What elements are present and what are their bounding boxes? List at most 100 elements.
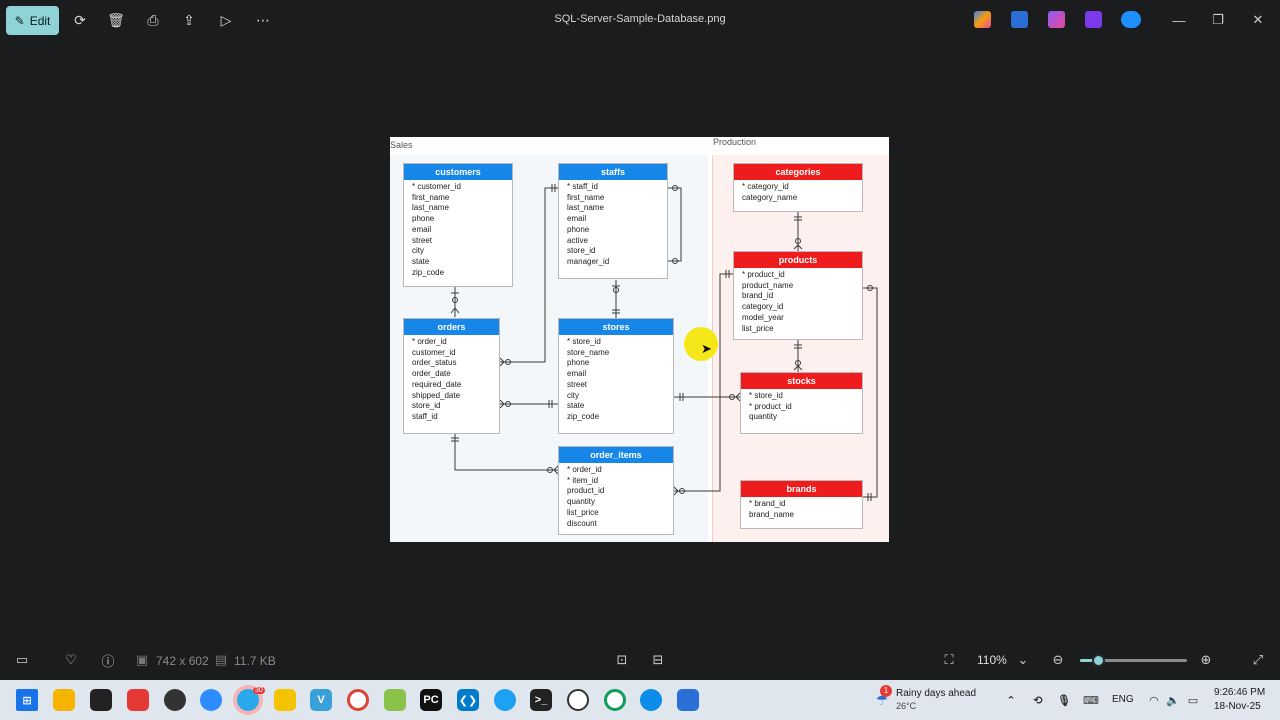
entity-field: street (567, 379, 588, 389)
photos-icon[interactable] (677, 689, 699, 711)
entity-field: street (412, 235, 433, 245)
entity-staffs: staffs * staff_id first_name last_name emai… (558, 163, 668, 279)
entity-field: discount (567, 518, 597, 528)
entity-title: orders (404, 319, 499, 335)
designer-icon[interactable] (1011, 11, 1028, 28)
entity-stores: stores * store_id store_name phone email str… (558, 318, 674, 434)
photos-app-window: ✎ Edit ⟳ 🗑 ⎙ ⇪ ▷ ⋯ SQL-Server-Sample-Dat… (0, 0, 1280, 680)
notes-app-icon[interactable] (90, 689, 112, 711)
clock-date[interactable]: 18-Nov-25 (1214, 701, 1261, 712)
paint-icon[interactable] (1048, 11, 1065, 28)
entity-field: phone (567, 358, 590, 368)
entity-field: product_id (567, 486, 605, 496)
text-extract-icon[interactable]: ⊟ (649, 652, 667, 668)
language-indicator[interactable]: ENG (1112, 694, 1134, 705)
chevron-up-icon[interactable]: ⌃ (1000, 689, 1022, 711)
volume-icon[interactable]: 🔈 (1162, 689, 1184, 711)
zoom-slider-thumb[interactable] (1092, 654, 1105, 667)
entity-products: products * product_id product_name brand_i… (733, 251, 863, 340)
zoom-app-icon[interactable] (200, 689, 222, 711)
chrome-icon[interactable] (347, 689, 369, 711)
visual-search-icon[interactable]: ⊡ (613, 652, 631, 668)
entity-fields: * order_id customer_id order_status order_d… (404, 335, 499, 423)
entity-field: brand_name (749, 509, 794, 519)
chrome-profile-icon[interactable] (604, 689, 626, 711)
onedrive-icon[interactable] (1121, 11, 1141, 28)
start-menu-icon[interactable]: ⊞ (16, 689, 38, 711)
file-explorer-icon[interactable] (53, 689, 75, 711)
messenger-icon[interactable] (494, 689, 516, 711)
entity-field: * store_id (567, 337, 601, 346)
vscode-alt-icon[interactable]: V (310, 689, 332, 711)
zoom-level[interactable]: 110% (977, 653, 1007, 667)
entity-field: zip_code (567, 411, 600, 421)
entity-field: city (567, 390, 579, 400)
clock-time[interactable]: 9:26:46 PM (1214, 687, 1265, 698)
windows-taskbar: ⊞ 30 V PC ❮❯ >_ ☂ 1 Rainy days ahead 26°… (0, 680, 1280, 720)
obs-icon[interactable] (164, 689, 186, 711)
entity-field: quantity (567, 497, 596, 507)
entity-field: order_status (412, 358, 457, 368)
weather-temperature: 26°C (896, 701, 917, 711)
entity-field: manager_id (567, 256, 610, 266)
image-dimensions: 742 x 602 (156, 654, 209, 668)
entity-field: required_date (412, 379, 462, 389)
entity-field: zip_code (412, 267, 445, 277)
entity-field: * order_id (412, 337, 447, 346)
entity-field: * staff_id (567, 182, 598, 191)
entity-field: category_id (742, 302, 784, 312)
favorite-heart-icon[interactable]: ♡ (62, 652, 80, 668)
entity-field: state (412, 256, 430, 266)
fullscreen-icon[interactable]: ⤢ (1249, 652, 1267, 668)
entity-fields: * customer_id first_name last_name phone ema… (404, 180, 512, 278)
entity-field: last_name (412, 203, 449, 213)
entity-field: order_date (412, 369, 451, 379)
anydesk-icon[interactable] (127, 689, 149, 711)
filmstrip-icon[interactable]: ▭ (13, 652, 31, 668)
entity-field: * store_id (749, 391, 783, 400)
entity-field: * brand_id (749, 499, 786, 508)
entity-field: phone (567, 224, 590, 234)
zoom-out-icon[interactable]: ⊖ (1049, 652, 1067, 668)
fit-to-window-icon[interactable]: ⛶ (940, 652, 958, 668)
entity-title: brands (741, 481, 862, 497)
edge-icon[interactable] (640, 689, 662, 711)
entity-title: products (734, 252, 862, 268)
mouse-pointer-icon: ➤ (701, 341, 712, 356)
entity-field: * product_id (742, 270, 785, 279)
pycharm-icon[interactable]: PC (420, 689, 442, 711)
terminal-icon[interactable]: >_ (530, 689, 552, 711)
entity-fields: * store_id * product_id quantity (741, 389, 862, 423)
image-canvas[interactable]: Sales Production customers * customer_id… (390, 137, 889, 542)
close-icon[interactable]: ✕ (1248, 10, 1268, 30)
entity-categories: categories * category_id category_name (733, 163, 863, 212)
football-icon[interactable] (567, 689, 589, 711)
entity-field: category_name (742, 192, 798, 202)
zoom-in-icon[interactable]: ⊕ (1197, 652, 1215, 668)
entity-field: store_id (567, 246, 596, 256)
info-icon[interactable]: ⓘ (99, 652, 117, 669)
clipchamp-icon[interactable] (1085, 11, 1102, 28)
battery-icon[interactable]: ▭ (1182, 689, 1204, 711)
entity-field: shipped_date (412, 390, 461, 400)
vscode-icon[interactable]: ❮❯ (457, 689, 479, 711)
entity-title: stocks (741, 373, 862, 389)
notes-yellow-icon[interactable] (274, 689, 296, 711)
copilot-icon[interactable] (974, 11, 991, 28)
entity-field: customer_id (412, 347, 456, 357)
entity-field: model_year (742, 312, 784, 322)
chevron-down-icon[interactable]: ⌄ (1014, 652, 1032, 668)
microphone-icon[interactable]: 🎙 (1053, 689, 1075, 711)
weather-title[interactable]: Rainy days ahead (896, 688, 976, 699)
entity-orders: orders * order_id customer_id order_status… (403, 318, 500, 434)
sync-icon[interactable]: ⟲ (1027, 689, 1049, 711)
entity-field: first_name (412, 192, 450, 202)
entity-customers: customers * customer_id first_name last_na… (403, 163, 513, 287)
tool-icon[interactable] (384, 689, 406, 711)
entity-title: customers (404, 164, 512, 180)
keyboard-icon[interactable]: ⌨ (1080, 689, 1102, 711)
minimize-icon[interactable]: — (1169, 10, 1189, 30)
restore-icon[interactable]: ❐ (1208, 10, 1228, 30)
entity-title: categories (734, 164, 862, 180)
entity-field: list_price (567, 507, 599, 517)
